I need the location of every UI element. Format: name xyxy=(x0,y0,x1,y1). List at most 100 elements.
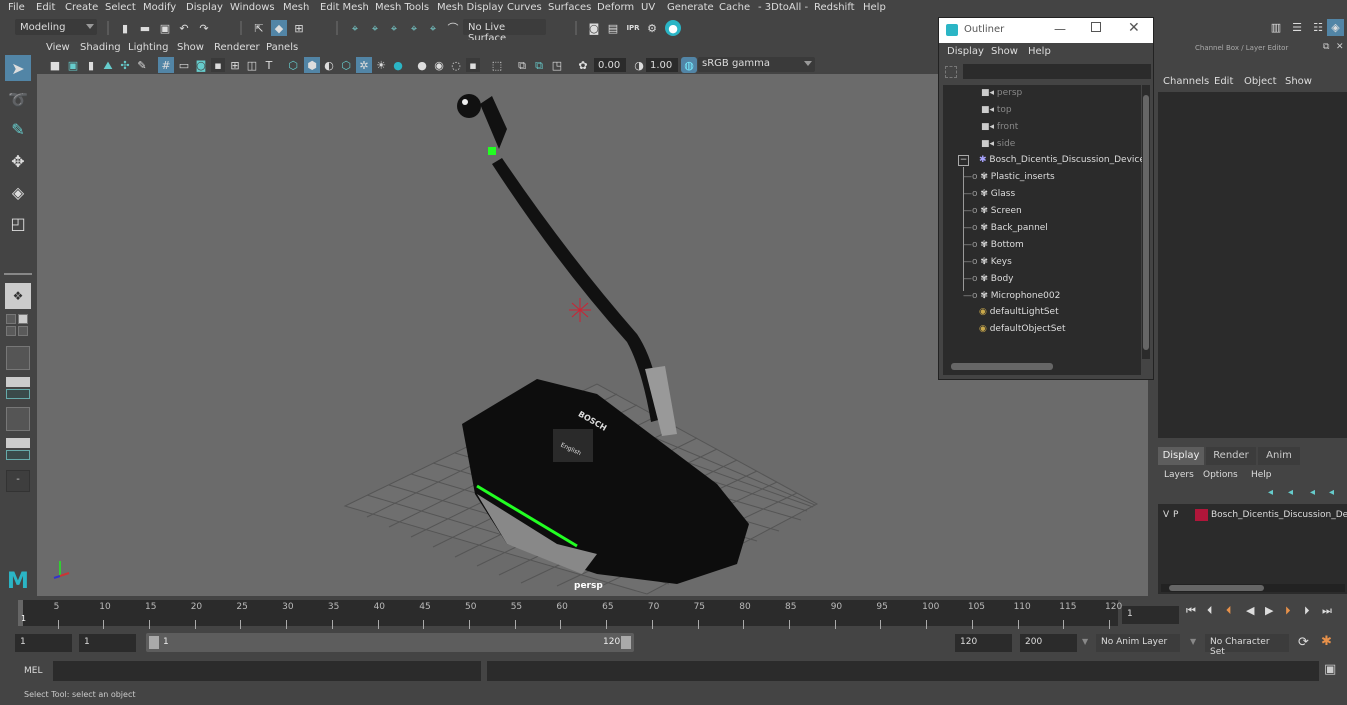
outliner-item-set[interactable]: ◉ defaultObjectSet xyxy=(979,324,1065,334)
menu-redshift[interactable]: Redshift xyxy=(814,2,855,13)
color-space-dropdown[interactable]: sRGB gamma xyxy=(698,57,815,72)
menu-uv[interactable]: UV xyxy=(641,2,655,13)
grid-toggle-icon[interactable]: # xyxy=(158,57,174,73)
snap-view-plane-icon[interactable]: ⌖ xyxy=(407,21,421,35)
move-tool-icon[interactable]: ✥ xyxy=(5,148,31,174)
anti-aliasing-icon[interactable]: ◌ xyxy=(449,58,463,72)
channels-menu-edit[interactable]: Edit xyxy=(1214,76,1233,87)
vp-menu-renderer[interactable]: Renderer xyxy=(214,42,260,53)
outliner-item-persp[interactable]: ■◂ persp xyxy=(981,88,1022,98)
ipr-render-icon[interactable]: IPR xyxy=(626,21,640,35)
step-back-key-icon[interactable]: ⏴ xyxy=(1226,604,1232,618)
menu-create[interactable]: Create xyxy=(65,2,98,13)
auto-key-icon[interactable]: ⟳ xyxy=(1298,635,1309,650)
film-gate-icon[interactable]: ▭ xyxy=(177,58,191,72)
hypershade-layout-icon[interactable] xyxy=(6,407,30,431)
gate-mask-icon[interactable]: ▪ xyxy=(211,58,225,72)
select-tool-icon[interactable]: ➤ xyxy=(5,55,31,81)
horizontal-scrollbar[interactable] xyxy=(1161,584,1345,592)
outliner-titlebar[interactable]: Outliner — ✕ xyxy=(939,18,1153,43)
outliner-item-mesh[interactable]: —o ✾ Back_pannel xyxy=(963,223,1048,233)
layer-name[interactable]: Bosch_Dicentis_Discussion_Dev xyxy=(1211,510,1347,520)
select-object-icon[interactable]: ◆ xyxy=(271,20,287,36)
outliner-item-side[interactable]: ■◂ side xyxy=(981,139,1015,149)
go-to-start-icon[interactable]: ⏮ xyxy=(1186,604,1196,618)
animation-start-field[interactable]: 1 xyxy=(15,634,72,652)
layer-menu-options[interactable]: Options xyxy=(1203,470,1238,480)
channel-box-toggle-icon[interactable]: ◈ xyxy=(1327,19,1344,36)
animation-preferences-icon[interactable]: ✱ xyxy=(1321,634,1332,649)
menu-curves[interactable]: Curves xyxy=(507,2,542,13)
persp-layout-icon[interactable] xyxy=(6,438,30,448)
layer-tab-render[interactable]: Render xyxy=(1206,447,1256,465)
new-scene-icon[interactable]: ▮ xyxy=(118,21,132,35)
snap-curve-icon[interactable]: ⌖ xyxy=(368,21,382,35)
outliner-item-mesh[interactable]: —o ✾ Keys xyxy=(963,257,1012,267)
smooth-shade-icon[interactable]: ⬢ xyxy=(304,57,320,73)
textured-icon[interactable]: ✲ xyxy=(356,57,372,73)
hypershade-icon[interactable]: ● xyxy=(665,20,681,36)
screen-space-ao-icon[interactable]: ● xyxy=(415,58,429,72)
collapse-icon[interactable]: − xyxy=(958,155,969,166)
close-icon[interactable]: ✕ xyxy=(1128,20,1140,36)
xray-icon[interactable]: ⬡ xyxy=(339,58,353,72)
chevron-down-icon[interactable]: ▼ xyxy=(1190,637,1196,646)
scrollbar-thumb[interactable] xyxy=(1143,95,1149,350)
range-slider[interactable]: 1 120 xyxy=(146,633,634,652)
script-editor-icon[interactable]: ▣ xyxy=(1324,662,1336,677)
outliner-item-mesh[interactable]: —o ✾ Microphone002 xyxy=(963,291,1060,301)
grease-pencil-icon[interactable]: ✎ xyxy=(135,58,149,72)
scale-tool-icon[interactable]: ◰ xyxy=(5,210,31,236)
range-end-handle[interactable] xyxy=(621,636,631,649)
play-backwards-icon[interactable]: ◀ xyxy=(1246,604,1254,617)
menu-windows[interactable]: Windows xyxy=(230,2,275,13)
vp-menu-shading[interactable]: Shading xyxy=(80,42,121,53)
safe-title-icon[interactable]: T xyxy=(262,58,276,72)
filter-icon[interactable] xyxy=(945,66,957,78)
vertical-scrollbar[interactable] xyxy=(1142,85,1150,359)
new-layer-selected-icon[interactable]: ◂ xyxy=(1329,487,1334,498)
channels-menu-channels[interactable]: Channels xyxy=(1163,76,1209,87)
channels-menu-object[interactable]: Object xyxy=(1244,76,1277,87)
camera-icon[interactable]: ■ xyxy=(48,58,62,72)
resolution-gate-icon[interactable]: ◙ xyxy=(194,58,208,72)
gamma-icon[interactable]: ◑ xyxy=(632,58,646,72)
go-to-end-icon[interactable]: ⏭ xyxy=(1322,604,1332,618)
move-layer-down-icon[interactable]: ◂ xyxy=(1288,487,1293,498)
wireframe-icon[interactable]: ⬡ xyxy=(286,58,300,72)
layer-visibility-toggle[interactable]: V xyxy=(1163,510,1169,520)
outliner-item-mesh[interactable]: —o ✾ Bottom xyxy=(963,240,1024,250)
playback-start-field[interactable]: 1 xyxy=(79,634,136,652)
select-hierarchy-icon[interactable]: ⇱ xyxy=(252,21,266,35)
new-layer-icon[interactable]: ◂ xyxy=(1310,487,1315,498)
menu-edit-mesh[interactable]: Edit Mesh xyxy=(320,2,369,13)
command-line-input[interactable] xyxy=(53,661,481,681)
persp-outliner-layout-icon[interactable] xyxy=(6,346,30,370)
single-perspective-layout-icon[interactable]: ❖ xyxy=(5,283,31,309)
outliner-item-mesh[interactable]: —o ✾ Glass xyxy=(963,189,1015,199)
chevron-down-icon[interactable]: ▼ xyxy=(1082,637,1088,646)
depth-of-field-icon[interactable]: ▪ xyxy=(466,58,480,72)
exposure-field[interactable]: 0.00 xyxy=(594,58,626,72)
xray-active-icon[interactable]: ⧉ xyxy=(532,58,546,72)
snap-surface-icon[interactable]: ⌖ xyxy=(426,21,440,35)
isolate-select-icon[interactable]: ⬚ xyxy=(490,58,504,72)
outliner-item-mesh[interactable]: —o ✾ Screen xyxy=(963,206,1022,216)
menu-help[interactable]: Help xyxy=(863,2,886,13)
live-surface-field[interactable]: No Live Surface xyxy=(463,19,546,44)
vp-menu-view[interactable]: View xyxy=(46,42,70,53)
paint-select-tool-icon[interactable]: ✎ xyxy=(5,116,31,142)
wireframe-on-shaded-icon[interactable]: ◐ xyxy=(322,58,336,72)
command-language-label[interactable]: MEL xyxy=(24,666,42,676)
animation-end-field[interactable]: 200 xyxy=(1020,634,1077,652)
layer-row[interactable]: V P Bosch_Dicentis_Discussion_Dev xyxy=(1158,507,1347,523)
outliner-menu-show[interactable]: Show xyxy=(991,46,1018,57)
step-back-frame-icon[interactable]: ⏴ xyxy=(1207,604,1213,618)
layer-tab-anim[interactable]: Anim xyxy=(1258,447,1300,465)
render-settings-icon[interactable]: ⚙ xyxy=(645,21,659,35)
exposure-icon[interactable]: ✿ xyxy=(576,58,590,72)
horizontal-scrollbar[interactable] xyxy=(943,362,1141,371)
lasso-tool-icon[interactable]: ➰ xyxy=(5,86,31,112)
backface-icon[interactable]: ◳ xyxy=(550,58,564,72)
close-icon[interactable]: ✕ xyxy=(1336,42,1344,52)
